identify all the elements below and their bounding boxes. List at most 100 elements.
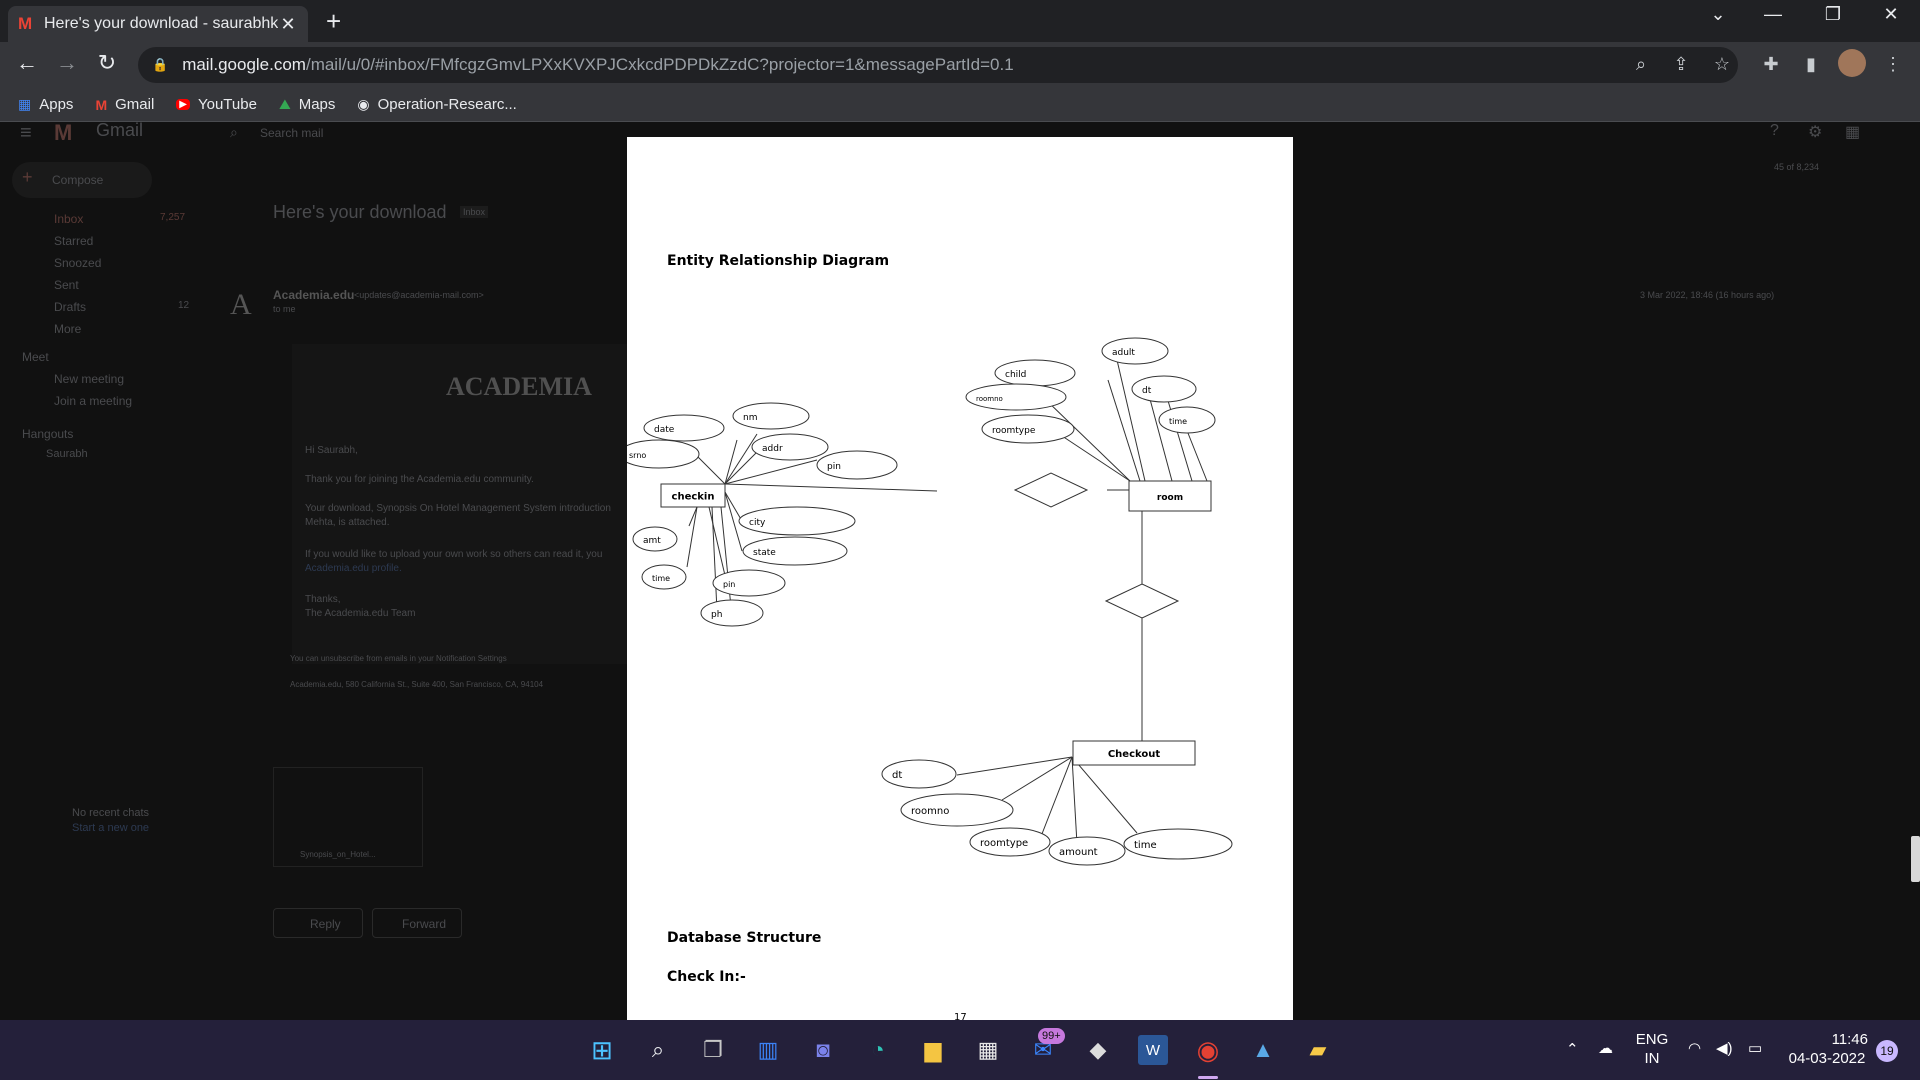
bookmark-label: Apps bbox=[39, 96, 74, 113]
search-icon[interactable]: ⌕ bbox=[638, 1030, 678, 1070]
to-me[interactable]: to me bbox=[273, 304, 296, 314]
compose-button[interactable]: Compose bbox=[52, 173, 103, 187]
nav-drafts[interactable]: Drafts bbox=[54, 300, 86, 314]
heading-db-structure: Database Structure bbox=[667, 930, 821, 946]
hangouts-user[interactable]: Saurabh bbox=[46, 448, 88, 460]
battery-icon[interactable]: ▭ bbox=[1748, 1039, 1762, 1058]
lock-icon: 🔒 bbox=[152, 57, 169, 72]
onedrive-icon[interactable]: ☁ bbox=[1598, 1039, 1613, 1058]
nav-snoozed[interactable]: Snoozed bbox=[54, 256, 101, 270]
search-input[interactable]: Search mail bbox=[260, 126, 323, 140]
start-new-chat[interactable]: Start a new one bbox=[72, 822, 149, 834]
maps-icon: ⛰ bbox=[278, 96, 291, 112]
scrollbar-thumb[interactable] bbox=[1911, 836, 1920, 882]
attribute-label: addr bbox=[762, 444, 783, 454]
bookmark-label: Operation-Researc... bbox=[377, 96, 517, 113]
minimize-icon[interactable]: — bbox=[1750, 4, 1796, 25]
chrome-menu-icon[interactable]: ⋮ bbox=[1880, 54, 1906, 75]
windows-start-icon[interactable]: ⊞ bbox=[582, 1030, 622, 1070]
bookmark-label: YouTube bbox=[197, 96, 257, 113]
youtube-icon: ▶ bbox=[176, 99, 190, 110]
tray-chevron-icon[interactable]: ⌃ bbox=[1566, 1040, 1579, 1059]
sticky-notes-icon[interactable]: ▰ bbox=[1298, 1030, 1338, 1070]
bookmark-maps[interactable]: ⛰ Maps bbox=[279, 96, 335, 113]
word-icon[interactable]: W bbox=[1138, 1035, 1168, 1065]
widgets-icon[interactable]: ▥ bbox=[748, 1030, 788, 1070]
gmail-logo-icon: M bbox=[54, 122, 73, 145]
tab-close-icon[interactable]: ✕ bbox=[278, 14, 298, 35]
attribute-label: amount bbox=[1059, 847, 1098, 858]
new-tab-icon[interactable]: + bbox=[326, 6, 341, 37]
bookmarks-bar: ▦ Apps M Gmail ▶ YouTube ⛰ Maps ◉ Operat… bbox=[0, 88, 1920, 122]
notification-count[interactable]: 19 bbox=[1876, 1040, 1898, 1062]
language-indicator[interactable]: ENG IN bbox=[1634, 1030, 1670, 1068]
attachment-name[interactable]: Synopsis_on_Hotel... bbox=[300, 850, 376, 859]
hangouts-header: Hangouts bbox=[22, 427, 74, 441]
bookmark-star-icon[interactable]: ☆ bbox=[1709, 54, 1735, 75]
url-path: /mail/u/0/#inbox/FMfcgzGmvLPXxKVXPJCxkcd… bbox=[305, 55, 1014, 74]
side-panel-icon[interactable]: ▮ bbox=[1798, 54, 1824, 75]
academia-logo: ACADEMIA bbox=[446, 372, 592, 401]
entity-label: room bbox=[1157, 493, 1183, 503]
tab-search-chevron-icon[interactable]: ⌄ bbox=[1695, 4, 1741, 25]
url-host: mail.google.com bbox=[182, 55, 306, 74]
wifi-icon[interactable]: ◠ bbox=[1688, 1039, 1701, 1058]
photos-icon[interactable]: ▲ bbox=[1243, 1030, 1283, 1070]
heading-check-in: Check In:- bbox=[667, 969, 746, 985]
meet-join[interactable]: Join a meeting bbox=[54, 394, 132, 408]
address-bar[interactable]: 🔒 mail.google.com/mail/u/0/#inbox/FMfcgz… bbox=[138, 47, 1738, 83]
relationship-diamond bbox=[1013, 472, 1089, 508]
nav-inbox[interactable]: Inbox bbox=[54, 212, 83, 226]
attribute-label: time bbox=[652, 574, 670, 583]
extensions-icon[interactable]: ✚ bbox=[1758, 54, 1784, 75]
body-line: The Academia.edu Team bbox=[305, 608, 416, 619]
forward-icon[interactable]: → bbox=[52, 50, 82, 76]
attribute-label: pin bbox=[723, 580, 735, 589]
meet-new-meeting[interactable]: New meeting bbox=[54, 372, 124, 386]
nav-more[interactable]: More bbox=[54, 322, 81, 336]
back-icon[interactable]: ← bbox=[12, 50, 42, 76]
help-icon[interactable]: ? bbox=[1770, 122, 1779, 140]
dropbox-icon[interactable]: ◆ bbox=[1078, 1030, 1118, 1070]
settings-gear-icon[interactable]: ⚙ bbox=[1808, 122, 1822, 142]
bookmark-operation-research[interactable]: ◉ Operation-Researc... bbox=[357, 96, 516, 113]
gmail-brand: Gmail bbox=[96, 122, 144, 140]
attribute-label: dt bbox=[1142, 386, 1152, 396]
inbox-badge[interactable]: Inbox bbox=[460, 206, 489, 218]
pager: 45 of 8,234 bbox=[1774, 162, 1820, 172]
bookmark-apps[interactable]: ▦ Apps bbox=[18, 96, 73, 113]
attribute-label: ph bbox=[711, 610, 722, 620]
gmail-menu-icon[interactable]: ≡ bbox=[20, 122, 32, 145]
reload-icon[interactable]: ↻ bbox=[92, 50, 122, 76]
body-line[interactable]: Academia.edu profile. bbox=[305, 563, 402, 574]
volume-icon[interactable]: ◀) bbox=[1716, 1039, 1733, 1058]
google-apps-icon[interactable]: ▦ bbox=[1845, 122, 1860, 142]
teams-chat-icon[interactable]: ◙ bbox=[803, 1030, 843, 1070]
profile-avatar[interactable] bbox=[1838, 49, 1866, 77]
attribute-label: nm bbox=[743, 413, 757, 423]
bookmark-youtube[interactable]: ▶ YouTube bbox=[176, 96, 257, 113]
file-explorer-icon[interactable]: ▆ bbox=[913, 1030, 953, 1070]
edge-icon[interactable]: ◔ bbox=[858, 1030, 898, 1070]
restore-icon[interactable]: ❐ bbox=[1810, 4, 1856, 25]
bookmark-label: Gmail bbox=[115, 96, 155, 113]
store-icon[interactable]: ▦ bbox=[968, 1030, 1008, 1070]
bookmark-gmail[interactable]: M Gmail bbox=[95, 96, 154, 113]
share-icon[interactable]: ⇪ bbox=[1668, 54, 1694, 75]
close-window-icon[interactable]: ✕ bbox=[1868, 4, 1914, 25]
nav-sent[interactable]: Sent bbox=[54, 278, 79, 292]
clock[interactable]: 11:46 04-03-2022 bbox=[1786, 1030, 1868, 1068]
reply-button[interactable]: Reply bbox=[310, 917, 341, 931]
entity-label: checkin bbox=[672, 492, 715, 503]
chrome-icon[interactable]: ◉ bbox=[1188, 1030, 1228, 1070]
attribute-label: roomno bbox=[976, 395, 1003, 403]
forward-button[interactable]: Forward bbox=[402, 917, 446, 931]
gmail-icon: M bbox=[95, 96, 108, 113]
nav-starred[interactable]: Starred bbox=[54, 234, 93, 248]
no-recent-chats: No recent chats bbox=[72, 807, 150, 819]
search-icon[interactable]: ⌕ bbox=[230, 124, 238, 141]
attribute-label: city bbox=[749, 518, 766, 528]
browser-tab[interactable]: M Here's your download - saurabhk ✕ bbox=[8, 6, 308, 42]
zoom-icon[interactable]: ⌕ bbox=[1628, 54, 1654, 75]
task-view-icon[interactable]: ❐ bbox=[693, 1030, 733, 1070]
